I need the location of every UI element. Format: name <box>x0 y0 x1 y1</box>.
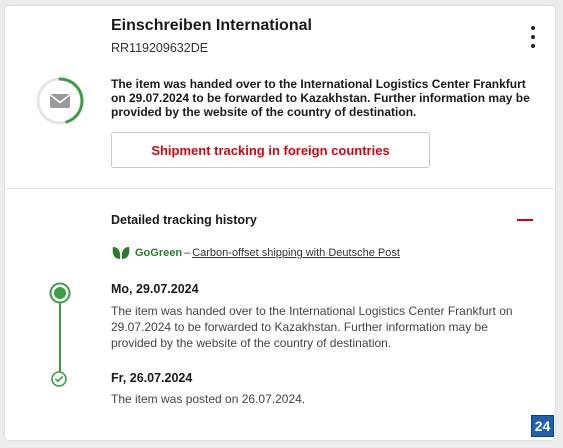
collapse-icon[interactable] <box>515 212 535 228</box>
timeline-check-icon <box>51 371 67 387</box>
event-description: The item was posted on 26.07.2024. <box>111 392 306 406</box>
event-date: Mo, 29.07.2024 <box>111 282 199 296</box>
gogreen-link[interactable]: Carbon-offset shipping with Deutsche Pos… <box>192 247 400 259</box>
tracking-history-title: Detailed tracking history <box>111 213 257 227</box>
current-status-text: The item was handed over to the Internat… <box>111 77 530 119</box>
shipment-card: Einschreiben International RR119209632DE… <box>5 6 555 440</box>
leaf-icon <box>112 247 130 259</box>
event-date: Fr, 26.07.2024 <box>111 371 193 385</box>
envelope-icon <box>50 94 70 108</box>
gogreen-brand: GoGreen <box>135 247 183 259</box>
gogreen-notice: GoGreen – Carbon-offset shipping with De… <box>111 246 400 260</box>
foreign-tracking-button[interactable]: Shipment tracking in foreign countries <box>111 132 430 168</box>
tracking-number: RR119209632DE <box>111 41 209 55</box>
timeline-current-node <box>49 282 71 304</box>
status-progress-ring <box>36 77 84 125</box>
timeline-line <box>59 296 61 376</box>
section-divider <box>5 188 555 189</box>
more-options-icon[interactable] <box>527 26 539 48</box>
gogreen-separator: – <box>184 247 191 259</box>
shipment-title: Einschreiben International <box>111 17 312 34</box>
badge-24-icon[interactable]: 24 <box>531 415 554 437</box>
event-description: The item was handed over to the Internat… <box>111 304 513 350</box>
